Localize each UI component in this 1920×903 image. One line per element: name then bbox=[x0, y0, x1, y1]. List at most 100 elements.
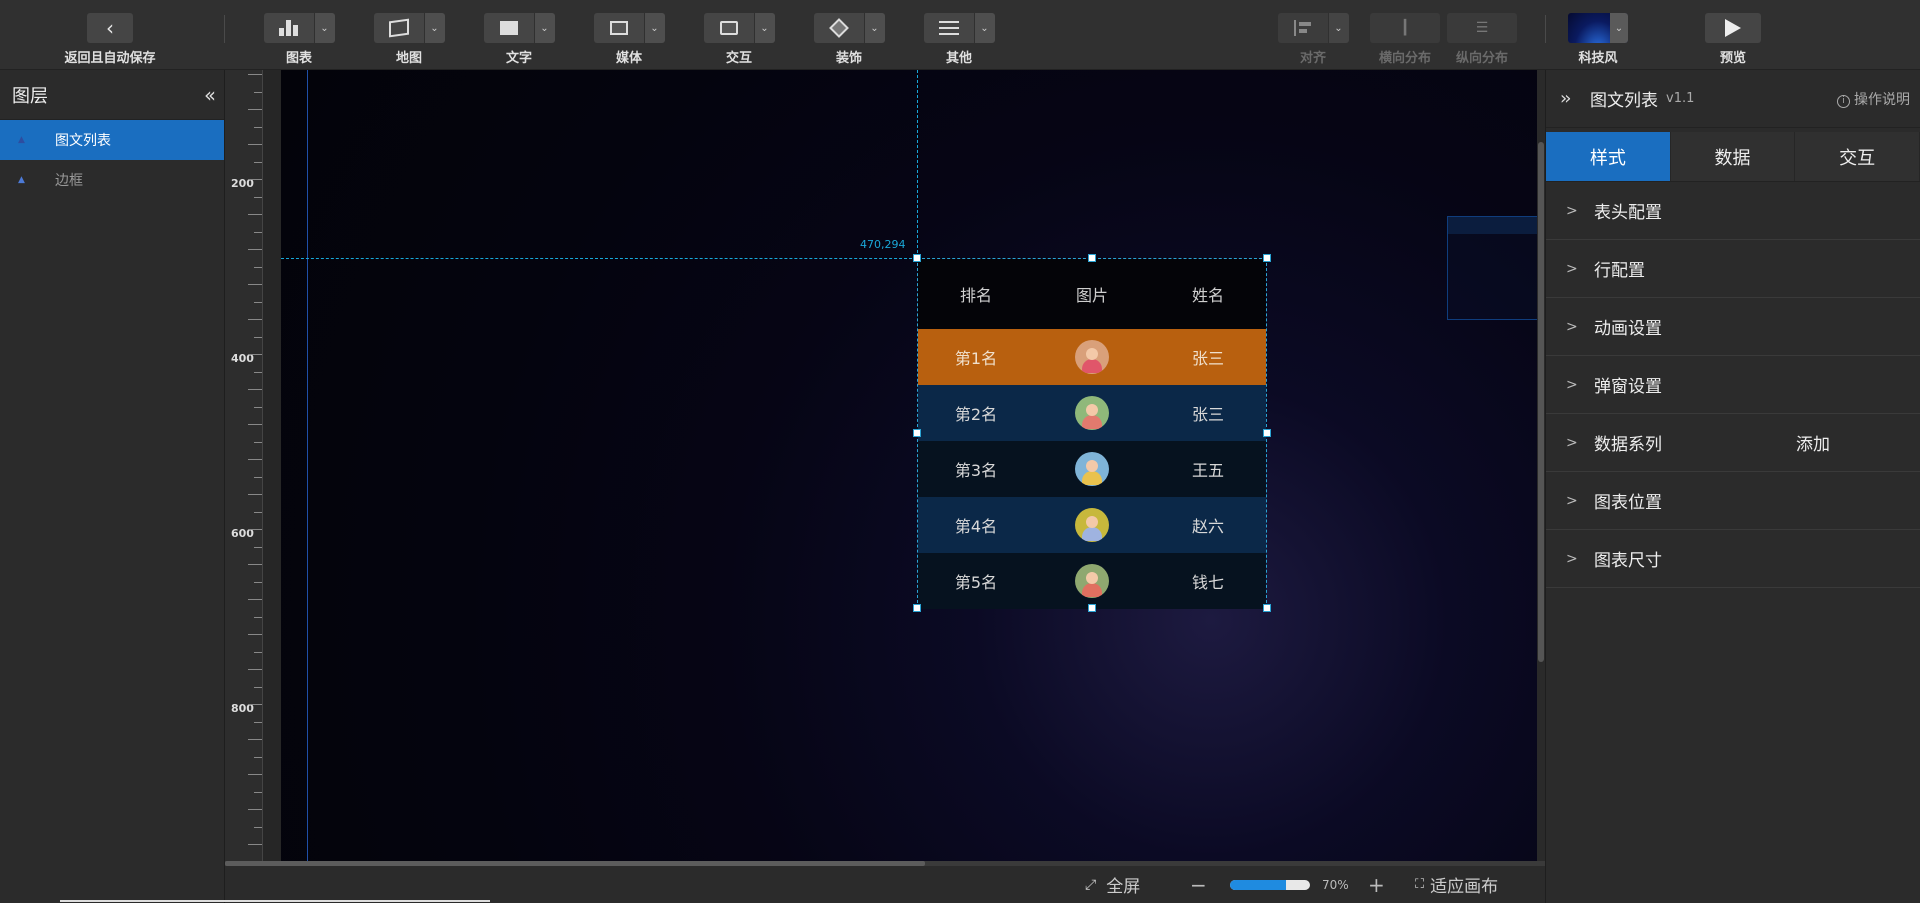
tab-style[interactable]: 样式 bbox=[1546, 132, 1671, 181]
chevron-left-icon[interactable]: ‹ bbox=[87, 13, 133, 43]
properties-header: ›› 图文列表 v1.1 i 操作说明 bbox=[1546, 70, 1920, 128]
bar-chart-icon[interactable] bbox=[263, 13, 314, 43]
double-chevron-left-icon[interactable]: ‹‹ bbox=[204, 83, 216, 107]
zoom-out-button[interactable]: − bbox=[1190, 873, 1207, 897]
row-name: 钱七 bbox=[1191, 573, 1224, 592]
app-window: ‹ 返回且自动保存 ⌄ 图表 ⌄ 地图 ⌄ 文字 ⌄ 媒体 ⌄ 交互 ⌄ 装饰 … bbox=[0, 0, 1920, 903]
graphic-list-widget[interactable]: 排名 图片 姓名 第1名 张三 第2名 张三 第3名 王五 第4名 赵六 第5名… bbox=[917, 258, 1267, 609]
toolbar-group-text[interactable]: ⌄ 文字 bbox=[474, 13, 564, 66]
toolbar-group-decoration[interactable]: ⌄ 装饰 bbox=[804, 13, 894, 66]
layer-icon: ▲ bbox=[18, 135, 25, 145]
ruler-tick bbox=[254, 651, 262, 653]
toolbar-group-media[interactable]: ⌄ 媒体 bbox=[584, 13, 674, 66]
chevron-down-icon[interactable]: ⌄ bbox=[534, 13, 555, 43]
section-chart-position[interactable]: > 图表位置 bbox=[1546, 472, 1920, 530]
properties-tabs: 样式 数据 交互 bbox=[1546, 132, 1920, 182]
border-component[interactable] bbox=[1447, 216, 1545, 320]
resize-handle-top-right[interactable] bbox=[1263, 254, 1271, 262]
resize-handle-top[interactable] bbox=[1088, 254, 1096, 262]
theme-thumbnail[interactable]: ⌄ bbox=[1568, 13, 1628, 43]
ruler-tick bbox=[248, 109, 262, 110]
media-icon[interactable] bbox=[593, 13, 644, 43]
section-popup[interactable]: > 弹窗设置 bbox=[1546, 356, 1920, 414]
decoration-icon[interactable] bbox=[813, 13, 864, 43]
chevron-right-icon: > bbox=[1566, 434, 1578, 451]
layer-item-border[interactable]: ▲ 边框 bbox=[0, 160, 224, 200]
chevron-down-icon[interactable]: ⌄ bbox=[314, 13, 335, 43]
ruler-tick bbox=[248, 809, 262, 810]
section-row-config[interactable]: > 行配置 bbox=[1546, 240, 1920, 298]
ruler-tick bbox=[248, 774, 262, 775]
chevron-down-icon[interactable]: ⌄ bbox=[974, 13, 995, 43]
play-icon[interactable] bbox=[1705, 13, 1761, 43]
chevron-down-icon[interactable]: ⌄ bbox=[864, 13, 885, 43]
toolbar-group-label: 文字 bbox=[505, 51, 532, 66]
ruler-tick bbox=[248, 284, 262, 285]
ruler-tick bbox=[254, 371, 262, 373]
help-link[interactable]: i 操作说明 bbox=[1837, 89, 1910, 109]
ruler-tick bbox=[248, 704, 262, 705]
position-readout: 470,294 bbox=[860, 238, 906, 251]
ruler-tick bbox=[248, 494, 262, 495]
toolbar-group-interaction[interactable]: ⌄ 交互 bbox=[694, 13, 784, 66]
add-series-button[interactable]: 添加 bbox=[1796, 430, 1830, 455]
chevron-down-icon[interactable]: ⌄ bbox=[754, 13, 775, 43]
h-distribute-group[interactable]: ▕▏ 横向分布 bbox=[1365, 13, 1445, 66]
row-name: 张三 bbox=[1191, 405, 1224, 424]
align-group[interactable]: ⌄ 对齐 bbox=[1268, 13, 1358, 66]
resize-handle-bottom[interactable] bbox=[1088, 604, 1096, 612]
interaction-icon[interactable] bbox=[703, 13, 754, 43]
chevron-down-icon[interactable]: ⌄ bbox=[424, 13, 445, 43]
zoom-level: 70% bbox=[1322, 877, 1349, 892]
map-icon[interactable] bbox=[373, 13, 424, 43]
h-distribute-icon[interactable]: ▕▏ bbox=[1370, 13, 1440, 43]
section-animation[interactable]: > 动画设置 bbox=[1546, 298, 1920, 356]
align-icon[interactable] bbox=[1277, 13, 1328, 43]
row-rank: 第5名 bbox=[954, 573, 998, 592]
other-icon[interactable] bbox=[923, 13, 974, 43]
resize-handle-right[interactable] bbox=[1263, 429, 1271, 437]
tab-data[interactable]: 数据 bbox=[1670, 132, 1796, 181]
v-distribute-icon[interactable]: ☰ bbox=[1447, 13, 1517, 43]
ruler-tick bbox=[254, 266, 262, 268]
tab-interaction[interactable]: 交互 bbox=[1795, 132, 1920, 181]
resize-handle-left[interactable] bbox=[913, 429, 921, 437]
double-chevron-right-icon[interactable]: ›› bbox=[1560, 88, 1590, 109]
resize-handle-bottom-left[interactable] bbox=[913, 604, 921, 612]
toolbar-group-label: 媒体 bbox=[615, 51, 642, 66]
ruler-tick bbox=[254, 756, 262, 758]
vertical-ruler[interactable]: 200 400 600 800 bbox=[225, 70, 263, 865]
layer-item-graphic-list[interactable]: ▲ 图文列表 bbox=[0, 120, 224, 160]
design-stage[interactable]: 470,294 排名 图片 姓名 第1名 张三 第2名 张三 第3名 王五 第4… bbox=[281, 70, 1545, 865]
preview-group[interactable]: 预览 bbox=[1688, 13, 1778, 66]
ruler-tick bbox=[248, 669, 262, 670]
resize-handle-top-left[interactable] bbox=[913, 254, 921, 262]
scrollbar-thumb[interactable] bbox=[1538, 142, 1544, 662]
theme-group[interactable]: ⌄ 科技风 bbox=[1553, 13, 1643, 66]
align-label: 对齐 bbox=[1299, 51, 1326, 66]
fullscreen-button[interactable]: ⤢ 全屏 bbox=[1085, 872, 1141, 898]
text-icon[interactable] bbox=[483, 13, 534, 43]
toolbar-group-other[interactable]: ⌄ 其他 bbox=[914, 13, 1004, 66]
vertical-scrollbar[interactable] bbox=[1537, 70, 1545, 865]
zoom-in-button[interactable]: + bbox=[1368, 873, 1385, 897]
chevron-down-icon[interactable]: ⌄ bbox=[644, 13, 665, 43]
v-distribute-label: 纵向分布 bbox=[1455, 51, 1508, 66]
v-distribute-group[interactable]: ☰ 纵向分布 bbox=[1442, 13, 1522, 66]
row-rank: 第4名 bbox=[954, 517, 998, 536]
section-data-series[interactable]: > 数据系列 添加 bbox=[1546, 414, 1920, 472]
resize-handle-bottom-right[interactable] bbox=[1263, 604, 1271, 612]
toolbar-group-map[interactable]: ⌄ 地图 bbox=[364, 13, 454, 66]
chevron-down-icon[interactable]: ⌄ bbox=[1328, 13, 1349, 43]
expand-icon: ⤢ bbox=[1085, 876, 1097, 893]
section-chart-size[interactable]: > 图表尺寸 bbox=[1546, 530, 1920, 588]
zoom-slider[interactable] bbox=[1230, 879, 1310, 890]
section-header-config[interactable]: > 表头配置 bbox=[1546, 182, 1920, 240]
chevron-down-icon[interactable]: ⌄ bbox=[1610, 13, 1628, 43]
fullscreen-label: 全屏 bbox=[1106, 877, 1141, 897]
row-rank: 第1名 bbox=[954, 349, 998, 368]
back-autosave-group[interactable]: ‹ 返回且自动保存 bbox=[65, 13, 156, 66]
fit-canvas-button[interactable]: ⛶ 适应画布 bbox=[1415, 872, 1498, 897]
list-row: 第4名 赵六 bbox=[918, 497, 1266, 553]
toolbar-group-chart[interactable]: ⌄ 图表 bbox=[254, 13, 344, 66]
